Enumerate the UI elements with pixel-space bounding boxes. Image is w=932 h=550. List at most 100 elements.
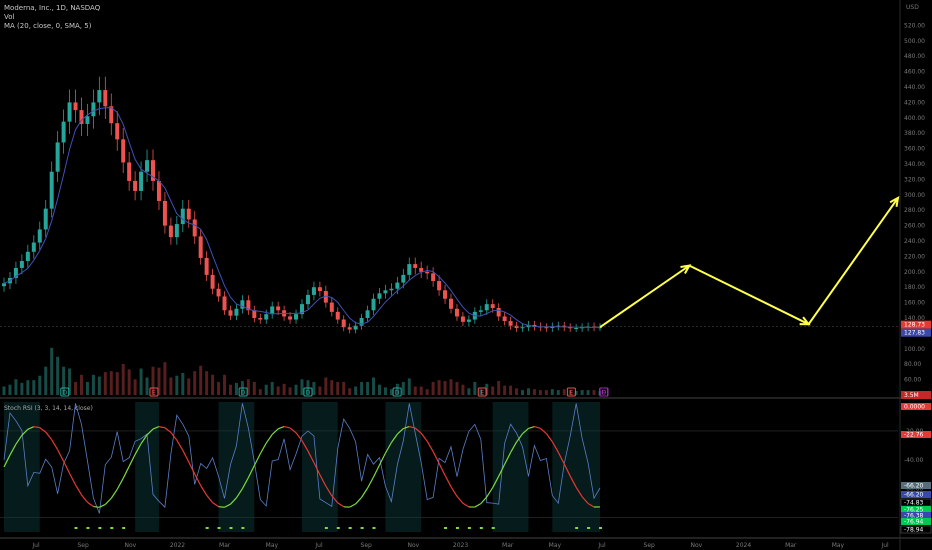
volume-bar bbox=[348, 388, 352, 395]
moving-average-line bbox=[3, 107, 601, 328]
svg-text:E: E bbox=[480, 390, 484, 397]
svg-text:-74.83: -74.83 bbox=[904, 500, 924, 507]
volume-bar bbox=[556, 390, 560, 395]
x-axis-label: Nov bbox=[124, 542, 136, 549]
x-axis-label: 2024 bbox=[736, 542, 751, 549]
candle-body bbox=[37, 229, 42, 243]
volume-bar bbox=[103, 372, 107, 395]
candle-body bbox=[43, 208, 48, 230]
volume-bar bbox=[14, 379, 18, 395]
signal-line-segment bbox=[367, 476, 375, 489]
candle-body bbox=[437, 281, 442, 291]
volume-bar bbox=[2, 386, 6, 395]
candle-body bbox=[347, 327, 352, 330]
volume-bar bbox=[497, 381, 501, 395]
signal-line-segment bbox=[212, 502, 219, 508]
signal-dot bbox=[86, 527, 90, 529]
x-axis-label: 2023 bbox=[453, 542, 468, 549]
candle-body bbox=[216, 288, 221, 297]
volume-bar bbox=[228, 384, 232, 395]
volume-bar bbox=[74, 382, 78, 395]
candle-body bbox=[222, 296, 227, 311]
candle-body bbox=[496, 307, 501, 317]
signal-line-segment bbox=[545, 433, 553, 443]
x-axis-label: Jul bbox=[314, 542, 323, 549]
candle-body bbox=[85, 116, 90, 124]
signal-dot bbox=[336, 527, 340, 529]
candle-body bbox=[449, 298, 453, 309]
signal-line-segment bbox=[337, 502, 345, 508]
candle-body bbox=[276, 306, 281, 311]
x-axis-label: Mar bbox=[502, 542, 514, 549]
candle-body bbox=[198, 236, 203, 258]
volume-bar bbox=[127, 369, 131, 395]
indicator-label: Stoch RSI (3, 3, 14, 14, close) bbox=[4, 405, 93, 412]
candle-body bbox=[2, 283, 6, 287]
signal-line-segment bbox=[420, 432, 428, 442]
volume-bar bbox=[139, 368, 143, 395]
volume-bar bbox=[91, 374, 95, 395]
volume-bar bbox=[354, 386, 358, 395]
signal-dot bbox=[324, 527, 328, 529]
volume-bar bbox=[586, 390, 590, 395]
candle-body bbox=[97, 90, 102, 103]
candle-body bbox=[466, 319, 471, 322]
volume-bar bbox=[550, 389, 554, 395]
signal-line-segment bbox=[474, 503, 482, 508]
signal-line-segment bbox=[200, 485, 208, 496]
signal-line-segment bbox=[51, 439, 59, 451]
x-axis-label: May bbox=[266, 542, 279, 549]
signal-line-segment bbox=[116, 478, 124, 490]
x-axis-label: Sep bbox=[361, 542, 373, 549]
indicator-zone bbox=[218, 402, 255, 532]
volume-bar bbox=[276, 386, 280, 395]
candle-body bbox=[419, 267, 424, 272]
svg-text:E: E bbox=[152, 390, 156, 397]
x-axis-label: Jul bbox=[880, 542, 889, 549]
signal-line-segment bbox=[110, 488, 118, 499]
x-axis-label: Jul bbox=[597, 542, 606, 549]
price-tick-label: 440.00 bbox=[904, 84, 925, 91]
price-chart[interactable]: 520.00 500.00 480.00 460.00 440.00 420.00 400.… bbox=[0, 0, 932, 550]
indicator-value-tag: -78.94 bbox=[900, 525, 932, 534]
signal-line-segment bbox=[218, 506, 225, 508]
signal-line-segment bbox=[534, 425, 541, 429]
volume-bar bbox=[509, 385, 513, 395]
signal-line-segment bbox=[426, 440, 434, 452]
signal-line-segment bbox=[206, 494, 214, 503]
volume-bar bbox=[330, 380, 334, 395]
event-marker: E bbox=[149, 387, 159, 397]
price-tick-label: 260.00 bbox=[904, 223, 925, 230]
indicator-zone bbox=[4, 402, 40, 532]
candle-body bbox=[502, 316, 507, 322]
candle-body bbox=[180, 208, 185, 225]
volume-bar bbox=[56, 356, 60, 395]
candle-body bbox=[204, 257, 209, 275]
svg-text:E: E bbox=[602, 390, 606, 397]
signal-dot bbox=[205, 527, 209, 529]
candle-body bbox=[431, 273, 436, 282]
x-axis-label: May bbox=[549, 542, 562, 549]
volume-bar bbox=[121, 364, 125, 395]
price-tick-label: 420.00 bbox=[904, 99, 925, 106]
ma-price-tag: 127.83 bbox=[901, 328, 931, 337]
volume-bar bbox=[8, 384, 12, 395]
indicator-zone bbox=[135, 402, 159, 532]
candle-body bbox=[311, 287, 316, 295]
volume-bar bbox=[258, 389, 262, 395]
price-tick-label: 240.00 bbox=[904, 238, 925, 245]
event-marker: D bbox=[60, 387, 70, 397]
signal-line-segment bbox=[271, 428, 279, 435]
indicator-value-tag: -74.83 bbox=[900, 498, 932, 507]
svg-text:D: D bbox=[395, 390, 400, 397]
signal-line-segment bbox=[462, 502, 470, 508]
signal-line-segment bbox=[444, 475, 452, 487]
candle-body bbox=[443, 290, 448, 299]
signal-dot bbox=[110, 527, 114, 529]
signal-dot bbox=[122, 527, 126, 529]
candle-body bbox=[294, 314, 299, 320]
signal-line-segment bbox=[259, 442, 267, 455]
price-tick-label: 320.00 bbox=[904, 176, 925, 183]
event-marker: D bbox=[392, 387, 402, 397]
price-tick-label: 200.00 bbox=[904, 269, 925, 276]
